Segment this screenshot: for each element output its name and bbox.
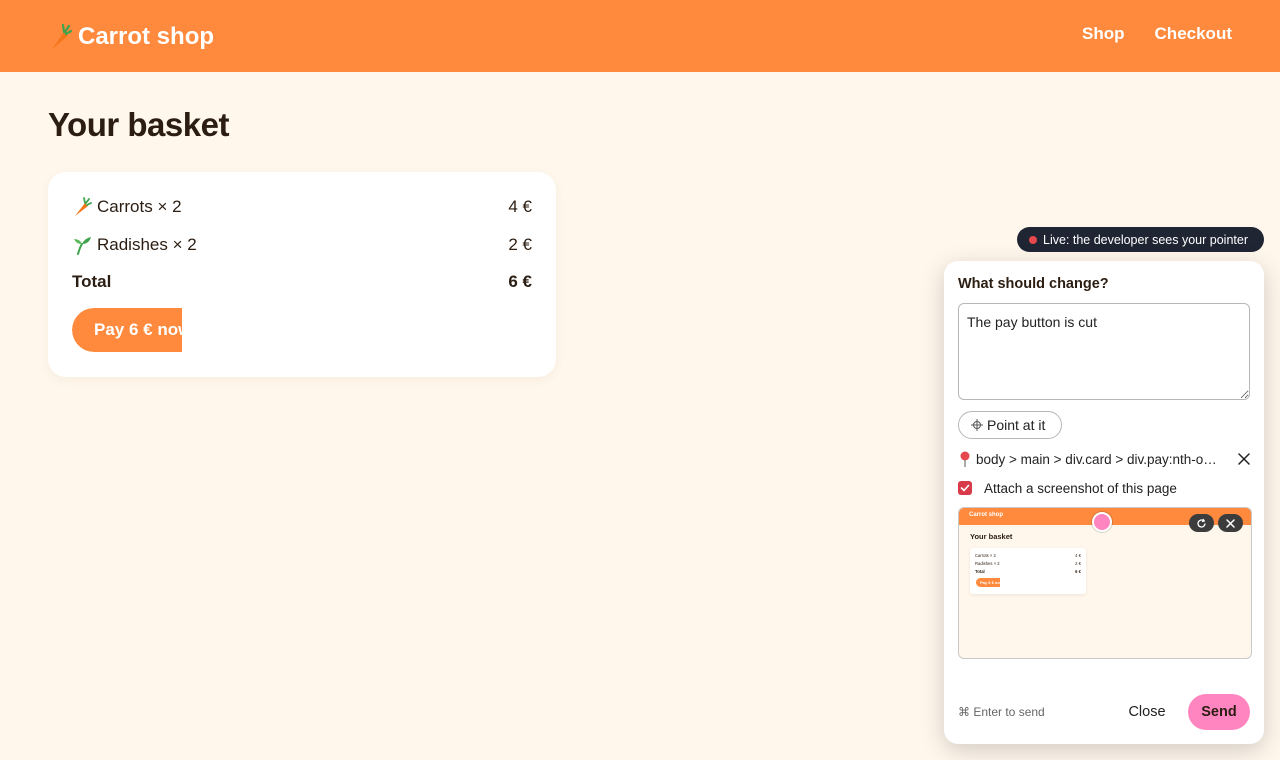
basket-line: Radishes × 2 2 €: [72, 233, 532, 257]
pay-button[interactable]: Pay 6 € now: [72, 308, 182, 352]
selected-element-row: body > main > div.card > div.pay:nth-of-…: [958, 449, 1250, 469]
brand-logo[interactable]: Carrot shop: [48, 20, 214, 54]
preview-total-label: Total: [975, 569, 985, 574]
total-value: 6 €: [508, 272, 532, 291]
item-price: 2 €: [508, 235, 532, 254]
crosshair-icon: [971, 419, 983, 431]
check-icon: [960, 484, 970, 492]
basket-line-name: Carrots × 2: [72, 197, 182, 217]
preview-title: Your basket: [970, 532, 1013, 541]
preview-pay-button: Pay 6 € now: [976, 578, 1003, 587]
preview-item-label: Carrots × 2: [975, 553, 996, 558]
pin-icon: [960, 451, 970, 467]
preview-total-value: 6 €: [1075, 569, 1081, 574]
sprout-icon: [74, 237, 91, 255]
item-label: Carrots × 2: [97, 197, 182, 216]
page-title: Your basket: [48, 106, 229, 143]
live-banner-text: Live: the developer sees your pointer: [1043, 232, 1248, 247]
selected-element-selector: body > main > div.card > div.pay:nth-of-…: [976, 451, 1220, 467]
preview-total: Total 6 €: [975, 569, 1081, 574]
retake-screenshot-button[interactable]: [1189, 514, 1214, 532]
preview-line: Radishes × 2 2 €: [975, 561, 1081, 566]
preview-item-price: 2 €: [1075, 561, 1081, 566]
screenshot-preview: Carrot shop Your basket Carrots × 2 4 € …: [958, 507, 1252, 659]
preview-line: Carrots × 2 4 €: [975, 553, 1081, 558]
point-at-it-label: Point at it: [987, 417, 1046, 433]
nav-shop[interactable]: Shop: [1082, 24, 1125, 44]
feedback-title: What should change?: [958, 276, 1109, 292]
send-button[interactable]: Send: [1188, 694, 1250, 730]
preview-brand: Carrot shop: [969, 512, 1004, 518]
close-icon[interactable]: [1238, 453, 1250, 465]
live-pointer-banner: Live: the developer sees your pointer: [1017, 227, 1264, 252]
close-icon: [1226, 518, 1235, 528]
carrot-icon: [52, 23, 72, 49]
preview-item-price: 4 €: [1075, 553, 1081, 558]
preview-item-label: Radishes × 2: [975, 561, 1000, 566]
pointer-marker-icon: [1092, 512, 1112, 532]
carrot-icon: [75, 197, 92, 216]
attach-screenshot-checkbox[interactable]: [958, 481, 972, 495]
top-bar: Carrot shop Shop Checkout: [0, 0, 1280, 72]
preview-pay-label: Pay 6 € now: [980, 580, 1003, 585]
main-nav: Shop Checkout: [1082, 24, 1232, 44]
attach-screenshot-label: Attach a screenshot of this page: [984, 480, 1177, 496]
item-label: Radishes × 2: [97, 235, 197, 254]
feedback-widget: What should change? Point at it body > m…: [944, 261, 1264, 744]
basket-card: Carrots × 2 4 € Radishes × 2 2 € Total 6…: [48, 172, 556, 377]
basket-line: Carrots × 2 4 €: [72, 195, 532, 219]
feedback-textarea[interactable]: [958, 303, 1250, 400]
close-button[interactable]: Close: [1120, 694, 1174, 730]
preview-card: Carrots × 2 4 € Radishes × 2 2 € Total 6…: [970, 548, 1086, 594]
live-dot-icon: [1029, 235, 1037, 244]
basket-line-name: Radishes × 2: [72, 235, 197, 255]
item-price: 4 €: [508, 197, 532, 216]
basket-total: Total 6 €: [72, 270, 532, 294]
attach-screenshot-row[interactable]: Attach a screenshot of this page: [958, 479, 1177, 497]
remove-screenshot-button[interactable]: [1218, 514, 1243, 532]
total-label: Total: [72, 272, 112, 291]
point-at-it-button[interactable]: Point at it: [958, 411, 1062, 439]
nav-checkout[interactable]: Checkout: [1155, 24, 1232, 44]
refresh-icon: [1197, 518, 1206, 528]
brand-name: Carrot shop: [78, 23, 215, 50]
send-shortcut-hint: ⌘ Enter to send: [958, 705, 1045, 719]
pay-button-clip: Pay 6 € now: [72, 308, 182, 352]
